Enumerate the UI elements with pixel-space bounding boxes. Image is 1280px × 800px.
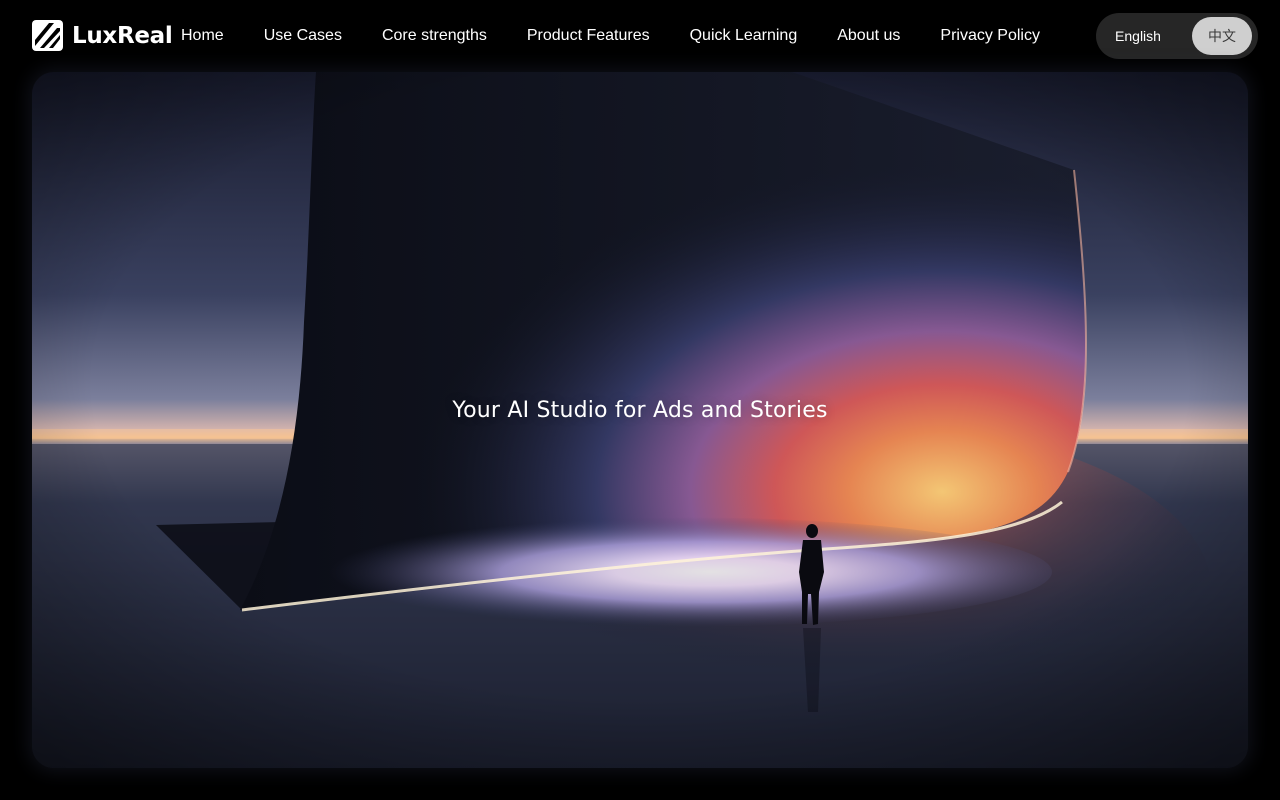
nav-about-us[interactable]: About us [837, 25, 900, 47]
nav-quick-learning[interactable]: Quick Learning [690, 25, 798, 47]
main-nav: Home Use Cases Core strengths Product Fe… [181, 25, 1080, 47]
nav-privacy-policy[interactable]: Privacy Policy [940, 25, 1040, 47]
brand-logo[interactable]: LuxReal [32, 20, 173, 51]
hero-title: Your AI Studio for Ads and Stories [452, 398, 828, 423]
nav-product-features[interactable]: Product Features [527, 25, 650, 47]
language-english-option[interactable]: English [1100, 17, 1182, 55]
language-toggle: English 中文 [1096, 13, 1258, 59]
nav-core-strengths[interactable]: Core strengths [382, 25, 487, 47]
luxreal-logo-icon [32, 20, 63, 51]
hero-banner: Your AI Studio for Ads and Stories [32, 72, 1248, 768]
language-chinese-option[interactable]: 中文 [1192, 17, 1252, 55]
nav-home[interactable]: Home [181, 25, 224, 47]
top-navigation-bar: LuxReal Home Use Cases Core strengths Pr… [0, 0, 1280, 72]
nav-use-cases[interactable]: Use Cases [264, 25, 342, 47]
brand-name: LuxReal [72, 22, 173, 49]
